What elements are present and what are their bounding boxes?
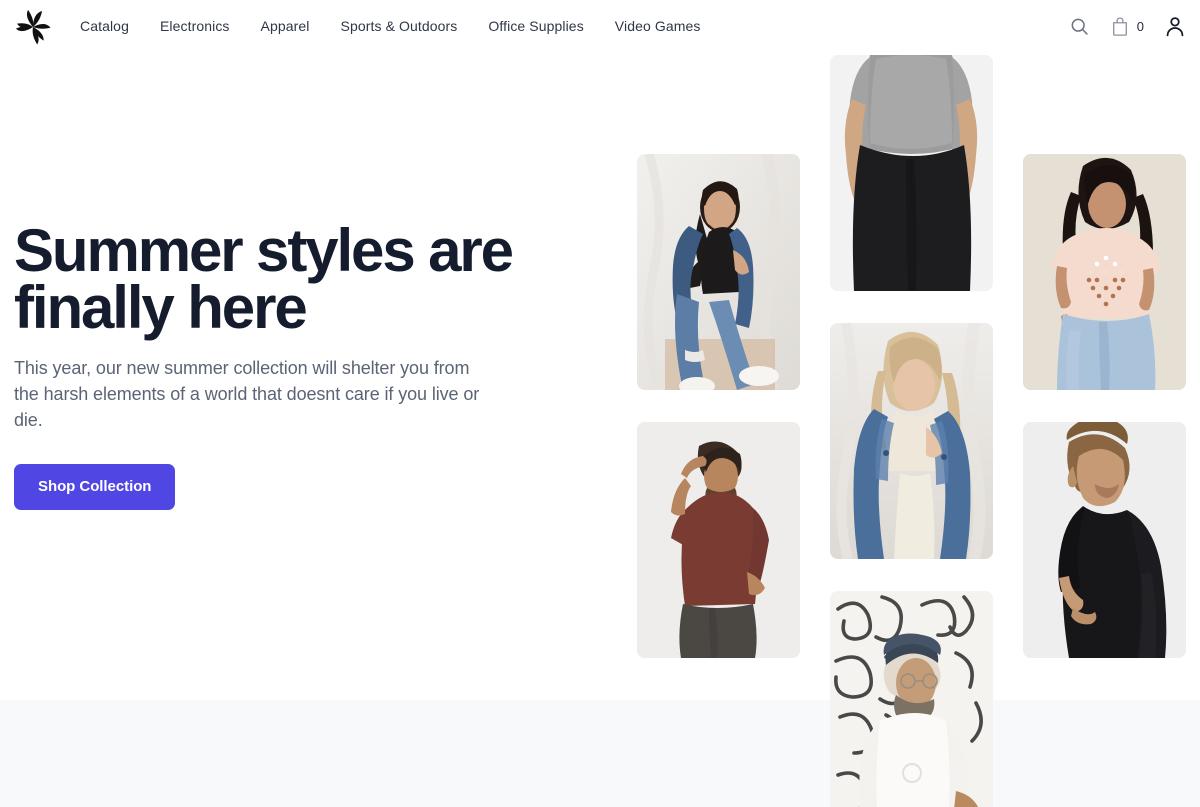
product-photo[interactable] <box>830 55 993 291</box>
site-header: Catalog Electronics Apparel Sports & Out… <box>0 0 1200 53</box>
product-photo[interactable] <box>830 323 993 559</box>
account-button[interactable] <box>1164 15 1186 38</box>
hero-image-collage <box>637 0 1200 807</box>
photo-woman-denim-jacket-cream-top <box>830 323 993 559</box>
primary-nav: Catalog Electronics Apparel Sports & Out… <box>80 18 700 36</box>
nav-item-sports-outdoors: Sports & Outdoors <box>341 18 458 36</box>
nav-item-office-supplies: Office Supplies <box>488 18 583 36</box>
nav-link-catalog[interactable]: Catalog <box>80 18 129 34</box>
search-button[interactable] <box>1069 16 1090 37</box>
nav-item-apparel: Apparel <box>261 18 310 36</box>
collage-right-column <box>1023 154 1186 658</box>
hero-subtitle: This year, our new summer collection wil… <box>14 358 480 430</box>
product-photo[interactable] <box>637 154 800 390</box>
nav-link-video-games[interactable]: Video Games <box>615 18 701 34</box>
shopping-bag-icon <box>1112 17 1127 36</box>
product-photo[interactable] <box>830 591 993 807</box>
product-photo[interactable] <box>637 422 800 658</box>
nav-link-apparel[interactable]: Apparel <box>261 18 310 34</box>
photo-man-black-tee-looking-down <box>1023 422 1186 658</box>
hero-copy: Summer styles are finally here This year… <box>14 217 514 510</box>
nav-link-office-supplies[interactable]: Office Supplies <box>488 18 583 34</box>
search-icon <box>1071 18 1088 35</box>
cart-button[interactable]: 0 <box>1110 16 1144 37</box>
nav-link-sports-outdoors[interactable]: Sports & Outdoors <box>341 18 458 34</box>
pinwheel-logo-icon <box>15 9 51 44</box>
shop-collection-button[interactable]: Shop Collection <box>14 464 176 510</box>
nav-link-electronics[interactable]: Electronics <box>160 18 230 34</box>
hero-title: Summer styles are finally here <box>14 217 514 341</box>
user-account-icon <box>1166 17 1184 37</box>
photo-woman-denim-jacket <box>637 154 800 390</box>
cart-count: 0 <box>1136 19 1144 34</box>
product-photo[interactable] <box>1023 154 1186 390</box>
nav-list: Catalog Electronics Apparel Sports & Out… <box>80 18 700 36</box>
nav-item-video-games: Video Games <box>615 18 701 36</box>
bottom-section-band <box>0 700 1200 807</box>
collage-left-column <box>637 154 800 658</box>
product-photo[interactable] <box>1023 422 1186 658</box>
photo-man-grey-tee-torso <box>830 55 993 291</box>
photo-man-beanie-white-tee <box>830 591 993 807</box>
photo-woman-blush-printed-tee <box>1023 154 1186 390</box>
photo-man-maroon-tee <box>637 422 800 658</box>
collage-center-column <box>830 55 993 807</box>
nav-item-catalog: Catalog <box>80 18 129 36</box>
header-actions: 0 <box>1069 15 1186 38</box>
nav-item-electronics: Electronics <box>160 18 230 36</box>
site-logo[interactable] <box>14 8 52 46</box>
hero-page: Catalog Electronics Apparel Sports & Out… <box>0 0 1200 807</box>
